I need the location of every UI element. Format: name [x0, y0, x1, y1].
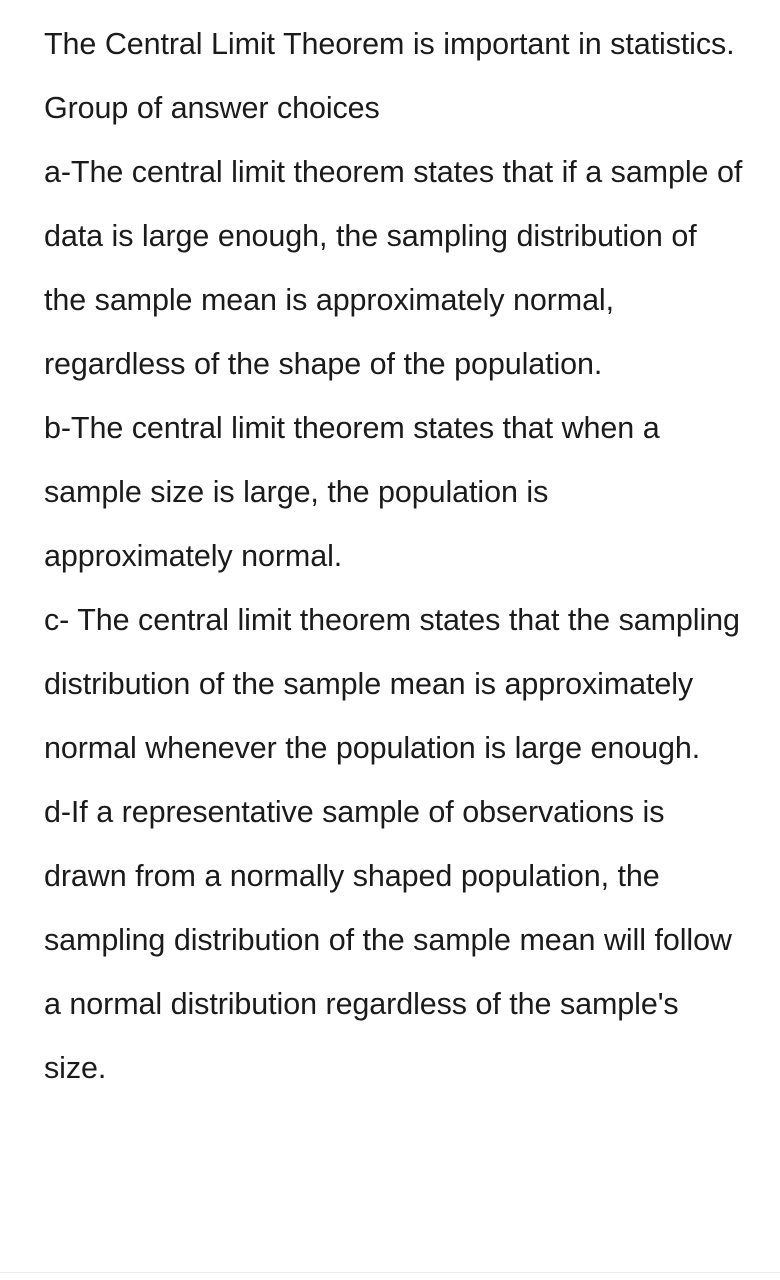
- bottom-divider: [0, 1272, 780, 1273]
- question-stem: The Central Limit Theorem is important i…: [44, 27, 735, 61]
- answer-choice-a[interactable]: a-The central limit theorem states that …: [44, 140, 744, 396]
- answer-choice-c[interactable]: c- The central limit theorem states that…: [44, 588, 744, 780]
- answer-choice-b[interactable]: b-The central limit theorem states that …: [44, 396, 744, 588]
- answer-choices-label: Group of answer choices: [44, 91, 380, 125]
- question-content: The Central Limit Theorem is important i…: [44, 0, 744, 1100]
- answer-choice-d[interactable]: d-If a representative sample of observat…: [44, 780, 744, 1100]
- question-page: The Central Limit Theorem is important i…: [0, 0, 780, 1280]
